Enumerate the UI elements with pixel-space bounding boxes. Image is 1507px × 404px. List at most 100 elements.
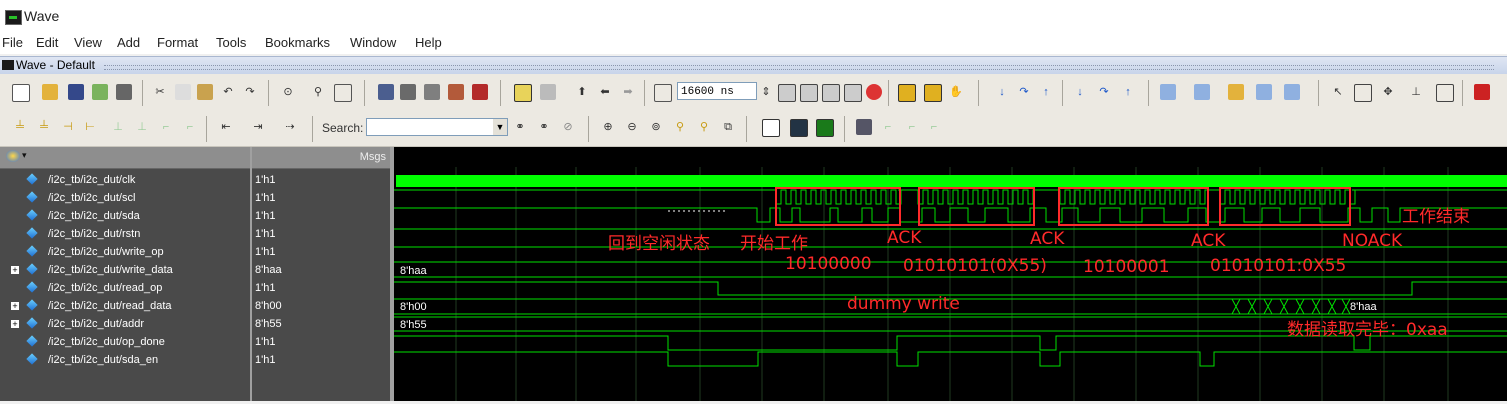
run-time-input[interactable]: 16600 ns bbox=[677, 82, 757, 100]
profile-2-icon[interactable] bbox=[924, 84, 942, 102]
step-into-2-icon[interactable]: ↓ bbox=[1072, 84, 1088, 100]
menu-view[interactable]: View bbox=[74, 35, 102, 50]
save-icon[interactable] bbox=[68, 84, 84, 100]
wave-edge-2-icon[interactable]: ⌐ bbox=[904, 119, 920, 135]
search-next-icon[interactable]: ⇥ bbox=[250, 119, 266, 135]
wave-style-2-icon[interactable] bbox=[790, 119, 808, 137]
zoom-region-icon[interactable]: ⧉ bbox=[720, 119, 736, 135]
edge-prev-icon[interactable]: ⊣ bbox=[60, 119, 76, 135]
search-clear-icon[interactable]: ⊘ bbox=[560, 119, 576, 135]
zoom-out-icon[interactable]: ⊖ bbox=[624, 119, 640, 135]
chevron-down-icon[interactable]: ▾ bbox=[22, 150, 27, 161]
wave-edit-icon[interactable] bbox=[1228, 84, 1244, 100]
signal-row[interactable]: /i2c_tb/i2c_dut/rstn bbox=[0, 226, 250, 244]
wave-edge-1-icon[interactable]: ⌐ bbox=[880, 119, 896, 135]
step-out-icon[interactable]: ↑ bbox=[1038, 84, 1054, 100]
signal-row[interactable]: /i2c_tb/i2c_dut/read_op bbox=[0, 280, 250, 298]
zoom-in-icon[interactable]: ⊕ bbox=[600, 119, 616, 135]
undo-icon[interactable]: ↶ bbox=[220, 84, 236, 100]
select-icon[interactable] bbox=[1354, 84, 1372, 102]
wave-del-icon[interactable] bbox=[1194, 84, 1210, 100]
circle-icon[interactable]: ⊙ bbox=[280, 84, 296, 100]
stop-sim-icon[interactable] bbox=[866, 84, 882, 100]
zoom-full-icon[interactable]: ⊚ bbox=[648, 119, 664, 135]
edge-rise-icon[interactable]: ⊥ bbox=[134, 119, 150, 135]
wave-subwindow-bar[interactable]: Wave - Default bbox=[0, 56, 1507, 75]
wave-style-3-icon[interactable] bbox=[816, 119, 834, 137]
chevron-down-icon[interactable]: ▼ bbox=[493, 119, 507, 135]
menu-window[interactable]: Window bbox=[350, 35, 396, 50]
menu-tools[interactable]: Tools bbox=[216, 35, 246, 50]
zoom-cursors-icon[interactable]: ⚲ bbox=[696, 119, 712, 135]
drag-grip[interactable] bbox=[104, 65, 1494, 70]
menu-add[interactable]: Add bbox=[117, 35, 140, 50]
expand-icon[interactable]: + bbox=[11, 302, 19, 311]
wave-style-4-icon[interactable] bbox=[856, 119, 872, 135]
search-input[interactable]: ▼ bbox=[366, 118, 508, 136]
redo-icon[interactable]: ↷ bbox=[242, 84, 258, 100]
menu-file[interactable]: File bbox=[2, 35, 23, 50]
menu-format[interactable]: Format bbox=[157, 35, 198, 50]
reload-icon[interactable] bbox=[92, 84, 108, 100]
edge-any-icon[interactable]: ⌐ bbox=[158, 119, 174, 135]
cursor-add-icon[interactable]: ╧ bbox=[12, 119, 28, 135]
memory-icon[interactable] bbox=[424, 84, 440, 100]
signal-row[interactable]: /i2c_tb/i2c_dut/write_op bbox=[0, 244, 250, 262]
menu-bookmarks[interactable]: Bookmarks bbox=[265, 35, 330, 50]
signal-row[interactable]: /i2c_tb/i2c_dut/scl bbox=[0, 190, 250, 208]
step-into-icon[interactable]: ↓ bbox=[994, 84, 1010, 100]
run-length-icon[interactable] bbox=[654, 84, 672, 102]
forward-arrow-icon[interactable]: ➡ bbox=[620, 84, 636, 100]
more-icon[interactable] bbox=[1474, 84, 1490, 100]
profile-icon[interactable] bbox=[898, 84, 916, 102]
list-icon[interactable] bbox=[334, 84, 352, 102]
edge-next-icon[interactable]: ⊢ bbox=[82, 119, 98, 135]
cursor-del-icon[interactable]: ╧ bbox=[36, 119, 52, 135]
wave-edge-3-icon[interactable]: ⌐ bbox=[926, 119, 942, 135]
step-out-2-icon[interactable]: ↑ bbox=[1120, 84, 1136, 100]
find-icon[interactable]: ⚲ bbox=[310, 84, 326, 100]
signal-row[interactable]: + /i2c_tb/i2c_dut/addr bbox=[0, 316, 250, 334]
search-opt-icon[interactable]: ⇢ bbox=[282, 119, 298, 135]
break-icon[interactable] bbox=[448, 84, 464, 100]
spinner-icon[interactable]: ⇕ bbox=[758, 84, 774, 100]
filter-icon[interactable] bbox=[540, 84, 556, 100]
wave-format-icon[interactable] bbox=[1256, 84, 1272, 100]
up-arrow-icon[interactable]: ⬆ bbox=[574, 84, 590, 100]
expand-icon[interactable]: + bbox=[11, 266, 19, 275]
signal-row[interactable]: /i2c_tb/i2c_dut/sda bbox=[0, 208, 250, 226]
paste-icon[interactable] bbox=[197, 84, 213, 100]
back-arrow-icon[interactable]: ⬅ bbox=[597, 84, 613, 100]
new-file-icon[interactable] bbox=[12, 84, 30, 102]
binoculars-icon[interactable]: ⚭ bbox=[512, 119, 528, 135]
pane-splitter[interactable] bbox=[250, 147, 252, 401]
zoom-box-icon[interactable] bbox=[514, 84, 532, 102]
step-over-icon[interactable]: ↷ bbox=[1016, 84, 1032, 100]
wave-style-1-icon[interactable] bbox=[762, 119, 780, 137]
stop-icon[interactable] bbox=[472, 84, 488, 100]
open-folder-icon[interactable] bbox=[42, 84, 58, 100]
compile-icon[interactable] bbox=[378, 84, 394, 100]
search-prev-icon[interactable]: ⇤ bbox=[218, 119, 234, 135]
continue-icon[interactable] bbox=[800, 84, 818, 102]
cut-icon[interactable]: ✂ bbox=[152, 84, 168, 100]
step-over-2-icon[interactable]: ↷ bbox=[1096, 84, 1112, 100]
menu-help[interactable]: Help bbox=[415, 35, 442, 50]
instance-icon[interactable] bbox=[6, 150, 20, 162]
edge-fall-icon[interactable]: ⊥ bbox=[110, 119, 126, 135]
hand-icon[interactable]: ✋ bbox=[948, 84, 964, 100]
run-all-icon[interactable] bbox=[822, 84, 840, 102]
wave-add-icon[interactable] bbox=[1160, 84, 1176, 100]
expand-icon[interactable]: + bbox=[11, 320, 19, 329]
binoculars-2-icon[interactable]: ⚭ bbox=[536, 119, 552, 135]
dataflow-icon[interactable] bbox=[1436, 84, 1454, 102]
run-icon[interactable] bbox=[778, 84, 796, 102]
move-icon[interactable]: ✥ bbox=[1380, 84, 1396, 100]
simulate-icon[interactable] bbox=[400, 84, 416, 100]
print-icon[interactable] bbox=[116, 84, 132, 100]
edge-last-icon[interactable]: ⌐ bbox=[182, 119, 198, 135]
signal-row[interactable]: + /i2c_tb/i2c_dut/write_data bbox=[0, 262, 250, 280]
signal-row[interactable]: /i2c_tb/i2c_dut/op_done bbox=[0, 334, 250, 352]
menu-edit[interactable]: Edit bbox=[36, 35, 58, 50]
signal-row[interactable]: /i2c_tb/i2c_dut/sda_en bbox=[0, 352, 250, 370]
